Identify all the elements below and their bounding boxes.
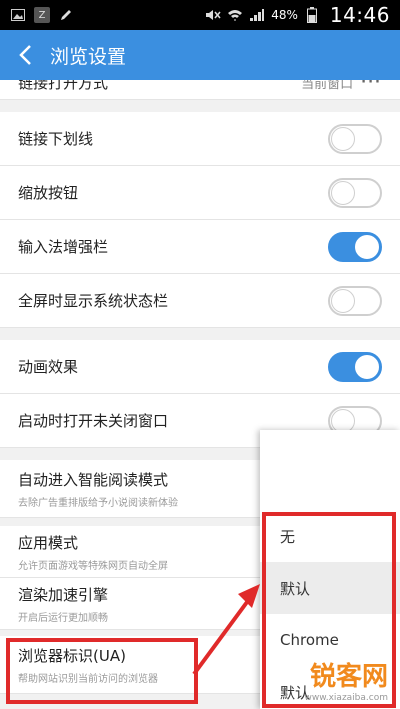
- app-bar: 浏览设置: [0, 30, 400, 80]
- setting-label: 链接打开方式: [18, 80, 109, 92]
- setting-label: 全屏时显示系统状态栏: [18, 292, 169, 310]
- more-icon: ···: [361, 80, 382, 90]
- setting-fullscreen-statusbar[interactable]: 全屏时显示系统状态栏: [0, 274, 400, 328]
- wifi-icon: [227, 7, 243, 23]
- setting-label: 缩放按钮: [18, 184, 79, 202]
- toggle-knob: [331, 126, 355, 151]
- setting-value: 当前窗口: [301, 80, 354, 92]
- mute-icon: [205, 7, 221, 23]
- toggle-switch[interactable]: [328, 177, 382, 208]
- setting-label: 应用模式: [18, 533, 79, 552]
- toggle-switch[interactable]: [328, 123, 382, 154]
- setting-description: 去除广告重排版给予小说阅读新体验: [18, 497, 178, 509]
- toggle-switch[interactable]: [328, 351, 382, 382]
- toggle-knob: [331, 180, 355, 205]
- ua-options-popup[interactable]: 无 默认 Chrome 默认: [260, 430, 400, 709]
- app-z-icon: Z: [34, 7, 50, 23]
- toggle-knob: [331, 288, 355, 313]
- setting-description: 开启后运行更加顺畅: [18, 612, 108, 624]
- setting-label: 渲染加速引擎: [18, 585, 109, 604]
- toggle-switch[interactable]: [328, 285, 382, 316]
- back-button[interactable]: [0, 30, 50, 80]
- ua-option-none[interactable]: 无: [260, 510, 400, 562]
- setting-ime-bar[interactable]: 输入法增强栏: [0, 220, 400, 274]
- setting-label: 输入法增强栏: [18, 238, 109, 256]
- chevron-left-icon: [19, 45, 31, 65]
- setting-description: 允许页面游戏等特殊网页自动全屏: [18, 560, 168, 572]
- status-bar: Z 48% 14:46: [0, 0, 400, 30]
- toggle-knob: [355, 354, 379, 379]
- setting-zoom-buttons[interactable]: 缩放按钮: [0, 166, 400, 220]
- toggle-switch[interactable]: [328, 231, 382, 262]
- setting-description: 帮助网站识别当前访问的浏览器: [18, 673, 158, 685]
- setting-animation[interactable]: 动画效果: [0, 340, 400, 394]
- pencil-icon: [58, 7, 74, 23]
- ua-option-default[interactable]: 默认: [260, 562, 400, 614]
- page-title: 浏览设置: [50, 45, 127, 68]
- toggle-knob: [355, 234, 379, 259]
- status-bar-left: Z: [10, 7, 205, 23]
- status-clock: 14:46: [329, 3, 390, 27]
- setting-label: 启动时打开未关闭窗口: [18, 412, 169, 430]
- setting-label: 动画效果: [18, 358, 79, 376]
- ua-option-default-2[interactable]: 默认: [260, 666, 400, 709]
- signal-icon: [249, 7, 265, 23]
- setting-link-underline[interactable]: 链接下划线: [0, 112, 400, 166]
- setting-label: 链接下划线: [18, 130, 94, 148]
- status-bar-right: 48% 14:46: [205, 3, 390, 27]
- battery-icon: [304, 7, 320, 23]
- image-icon: [10, 7, 26, 23]
- setting-label: 浏览器标识(UA): [18, 646, 126, 665]
- toggle-knob: [331, 408, 355, 433]
- setting-link-open[interactable]: 链接打开方式 当前窗口 ···: [0, 80, 400, 100]
- ua-option-chrome[interactable]: Chrome: [260, 614, 400, 666]
- battery-percentage: 48%: [271, 8, 298, 22]
- setting-label: 自动进入智能阅读模式: [18, 470, 169, 489]
